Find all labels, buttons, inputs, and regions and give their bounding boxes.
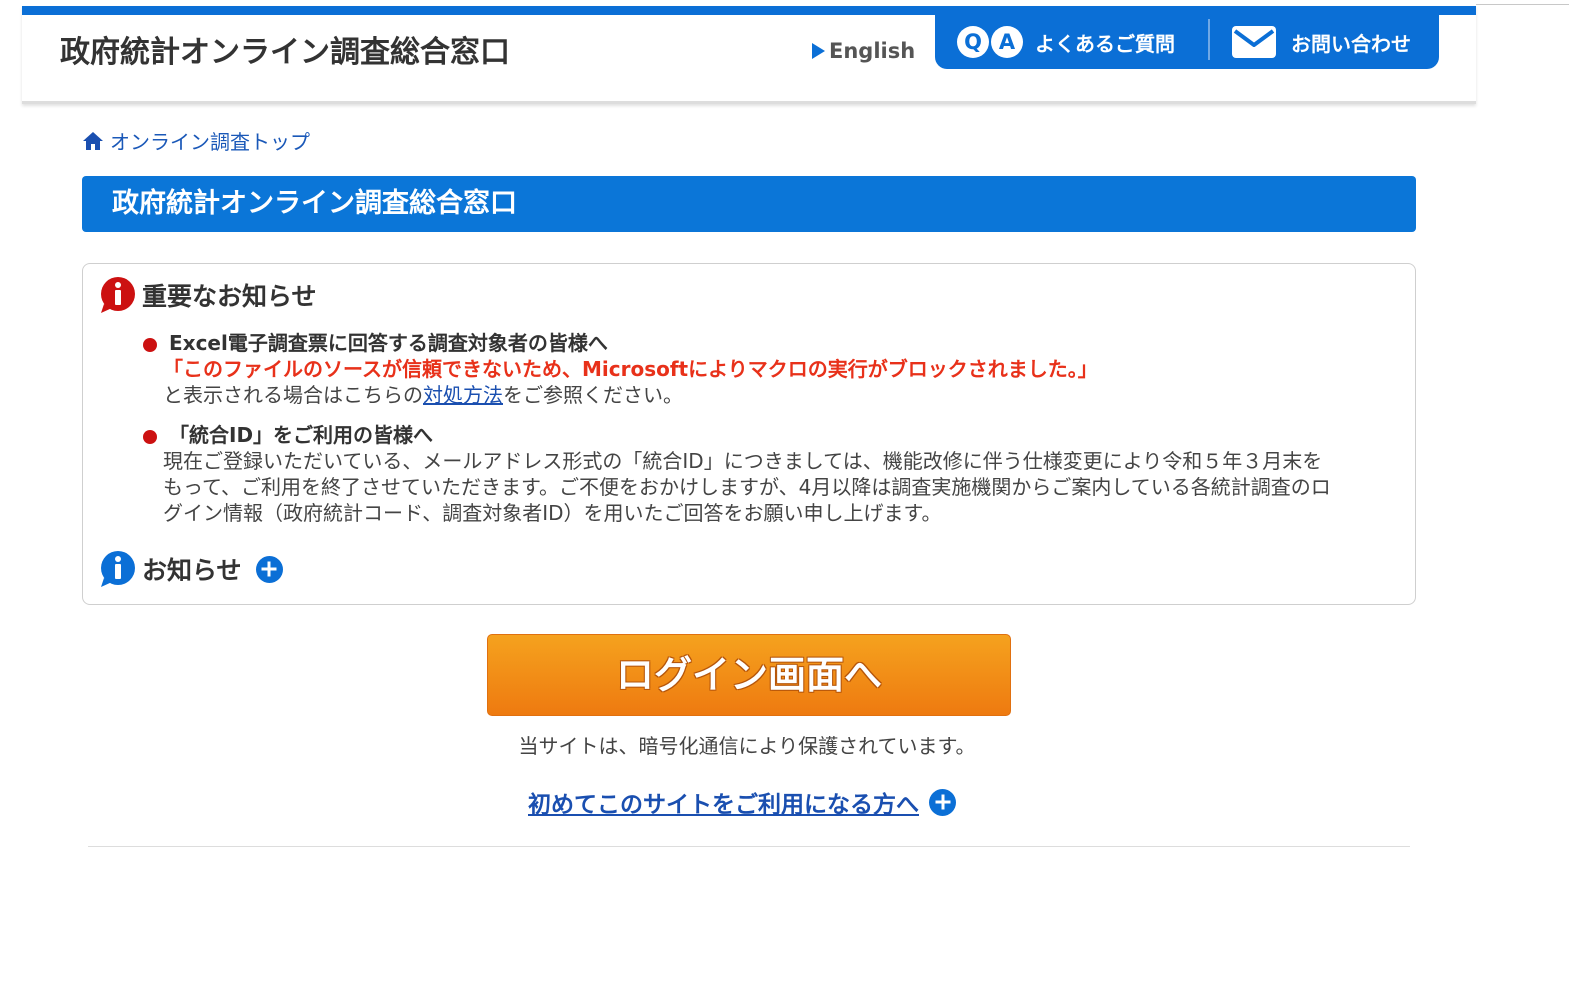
important-notice-title: 重要なお知らせ xyxy=(142,282,317,311)
faq-button[interactable]: Q A よくあるご質問 xyxy=(957,20,1175,64)
workaround-link[interactable]: 対処方法 xyxy=(423,383,503,407)
expand-plus-icon[interactable] xyxy=(255,555,283,583)
mail-icon xyxy=(1232,26,1276,58)
notice-item-title: 「統合ID」をご利用の皆様へ xyxy=(169,423,434,447)
notice-body-line: 現在ご登録いただいている、メールアドレス形式の「統合ID」につきましては、機能改… xyxy=(163,449,1323,473)
info-icon xyxy=(98,550,136,588)
important-notice-heading: 重要なお知らせ xyxy=(98,276,317,314)
breadcrumb-home[interactable]: オンライン調査トップ xyxy=(82,126,310,155)
first-time-link[interactable]: 初めてこのサイトをご利用になる方へ xyxy=(528,785,919,819)
notice-text-before-link: と表示される場合はこちらの xyxy=(163,383,423,407)
notice-body-line: もって、ご利用を終了させていただきます。ご不便をおかけしますが、4月以降は調査実… xyxy=(163,475,1331,499)
expand-plus-icon[interactable] xyxy=(929,788,956,816)
qa-bubble-a: A xyxy=(991,26,1023,58)
footer-divider xyxy=(88,846,1410,847)
red-bullet xyxy=(143,430,157,444)
header-help-bar: Q A よくあるご質問 お問い合わせ xyxy=(935,15,1439,69)
play-arrow-icon xyxy=(812,43,825,59)
notice-warning-text: 「このファイルのソースが信頼できないため、Microsoftによりマクロの実行が… xyxy=(163,357,1098,381)
header-divider xyxy=(1208,19,1210,60)
notice-text-after-link: をご参照ください。 xyxy=(503,383,683,407)
notice-item-body: 現在ご登録いただいている、メールアドレス形式の「統合ID」につきましては、機能改… xyxy=(163,448,1393,526)
login-button[interactable]: ログイン画面へ xyxy=(487,634,1011,716)
notice-body-line: グイン情報（政府統計コード、調査対象者ID）を用いたご回答をお願い申し上げます。 xyxy=(163,501,942,525)
notice-item-title: Excel電子調査票に回答する調査対象者の皆様へ xyxy=(169,331,608,355)
breadcrumb-home-label: オンライン調査トップ xyxy=(110,130,310,154)
contact-button[interactable]: お問い合わせ xyxy=(1231,20,1411,64)
notices-title: お知らせ xyxy=(142,556,242,585)
site-title: 政府統計オンライン調査総合窓口 xyxy=(60,35,510,70)
red-bullet xyxy=(143,338,157,352)
qa-bubble-q: Q xyxy=(957,26,989,58)
page-title: 政府統計オンライン調査総合窓口 xyxy=(82,176,1416,232)
english-label: English xyxy=(829,39,916,63)
contact-label: お問い合わせ xyxy=(1291,31,1411,56)
notice-panel: 重要なお知らせ Excel電子調査票に回答する調査対象者の皆様へ 「このファイル… xyxy=(82,263,1416,605)
secure-connection-note: 当サイトは、暗号化通信により保護されています。 xyxy=(518,734,976,758)
home-icon xyxy=(83,131,103,150)
first-time-guide: 初めてこのサイトをご利用になる方へ xyxy=(528,785,956,819)
important-info-icon xyxy=(98,276,136,314)
qa-icon: Q A xyxy=(957,26,1023,58)
notices-toggle[interactable]: お知らせ xyxy=(98,550,283,588)
top-border-line xyxy=(1476,4,1569,5)
notice-item-text: と表示される場合はこちらの対処方法をご参照ください。 xyxy=(163,382,683,408)
site-header: 政府統計オンライン調査総合窓口 English Q A よくあるご質問 お問い合… xyxy=(22,6,1476,104)
english-link[interactable]: English xyxy=(812,39,915,63)
faq-label: よくあるご質問 xyxy=(1035,31,1175,56)
